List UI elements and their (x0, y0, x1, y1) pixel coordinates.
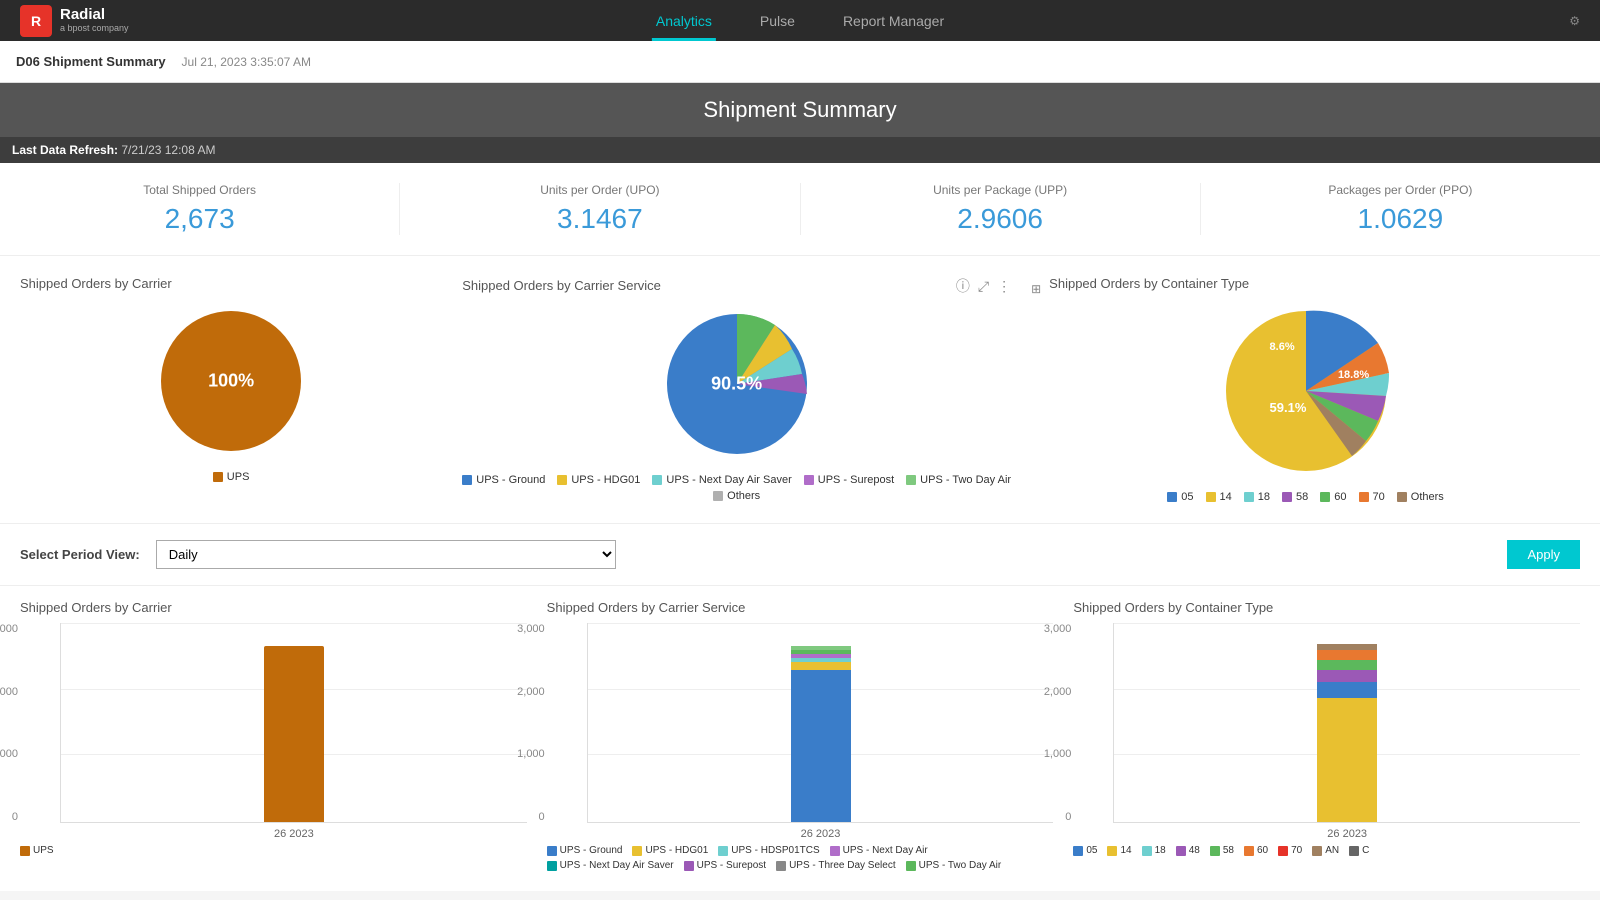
info-icon[interactable]: ⓘ (956, 276, 970, 296)
pie-container-label-591: 59.1% (1270, 400, 1307, 415)
bar-58 (1317, 670, 1377, 682)
bar-hdg01 (791, 662, 851, 670)
bar-70 (1317, 650, 1377, 660)
pie-charts-section: Shipped Orders by Carrier 100% UPS Shipp… (0, 256, 1600, 524)
pie-service-panel: Shipped Orders by Carrier Service ⓘ ⤢ ⋮ (462, 276, 1011, 503)
legend-nday-saver: UPS - Next Day Air Saver (652, 474, 791, 486)
kpi-upp: Units per Package (UPP) 2.9606 (801, 183, 1201, 235)
bar-ground (791, 670, 851, 822)
kpi-row: Total Shipped Orders 2,673 Units per Ord… (0, 163, 1600, 256)
report-date: Jul 21, 2023 3:35:07 AM (182, 55, 311, 69)
bar-container-title: Shipped Orders by Container Type (1073, 586, 1580, 623)
legend-dot-ups (213, 472, 223, 482)
bar-container-chart: 26 2023 (1113, 623, 1580, 823)
pie-carrier-legend: UPS (213, 471, 250, 483)
kpi-total-shipped: Total Shipped Orders 2,673 (0, 183, 400, 235)
pie-container-chart: 18.8% 8.6% 59.1% (1216, 301, 1396, 481)
bar-service-chart: 26 2023 (587, 623, 1054, 823)
pie-container-container: 18.8% 8.6% 59.1% 05 14 18 58 60 70 Other… (1031, 301, 1580, 503)
bar-service-legend: UPS - Ground UPS - HDG01 UPS - HDSP01TCS… (547, 845, 1054, 871)
stacked-bar-service (791, 646, 851, 822)
bar-carrier-chart: 26 2023 (60, 623, 527, 823)
report-title: D06 Shipment Summary (16, 54, 166, 69)
expand-icon[interactable]: ⤢ (978, 278, 989, 295)
pie-container-label-86: 8.6% (1270, 341, 1295, 353)
bar-carrier-legend: UPS (20, 845, 527, 856)
refresh-value: 7/21/23 12:08 AM (121, 143, 215, 157)
pie-carrier-container: 100% UPS (20, 301, 442, 483)
nav-right: ⚙ (1569, 14, 1580, 28)
pie-container-panel: ⊞ Shipped Orders by Container Type (1031, 276, 1580, 503)
nav-pulse[interactable]: Pulse (756, 0, 799, 41)
pie-service-controls: ⓘ ⤢ ⋮ (956, 276, 1011, 296)
period-label: Select Period View: (20, 547, 140, 562)
logo-text: Radial a bpost company (60, 7, 129, 33)
bar-charts-section: Shipped Orders by Carrier 3,000 2,000 1,… (0, 586, 1600, 891)
nav-analytics[interactable]: Analytics (652, 0, 716, 41)
legend-ground: UPS - Ground (462, 474, 545, 486)
bar-14 (1317, 698, 1377, 822)
bars-container-ctype: 26 2023 (1114, 623, 1580, 822)
legend-others-svc: Others (713, 490, 760, 502)
bar-carrier-panel: Shipped Orders by Carrier 3,000 2,000 1,… (20, 586, 527, 871)
bar-group: 26 2023 (264, 646, 324, 822)
bar-container-y-axis: 3,000 2,000 1,000 0 (1037, 623, 1071, 823)
legend-hdg01: UPS - HDG01 (557, 474, 640, 486)
bar-service-title: Shipped Orders by Carrier Service (547, 586, 1054, 623)
period-section: Select Period View: Daily Weekly Monthly… (0, 524, 1600, 586)
bar-container-legend: 05 14 18 48 58 60 70 AN C (1073, 845, 1580, 856)
bar-carrier-y-axis: 3,000 2,000 1,000 0 (0, 623, 18, 823)
logo: R Radial a bpost company (20, 5, 129, 37)
nav-report-manager[interactable]: Report Manager (839, 0, 948, 41)
pie-container-label-188: 18.8% (1338, 369, 1369, 381)
period-select[interactable]: Daily Weekly Monthly (156, 540, 616, 569)
kpi-upo: Units per Order (UPO) 3.1467 (400, 183, 800, 235)
pie-service-container: 90.5% UPS - Ground UPS - HDG01 UPS - Nex… (462, 304, 1011, 502)
bar-ups (264, 646, 324, 822)
data-refresh-bar: Last Data Refresh: 7/21/23 12:08 AM (0, 137, 1600, 163)
pie-service-chart: 90.5% (657, 304, 817, 464)
bars-container: 26 2023 (61, 623, 527, 822)
pie-carrier-panel: Shipped Orders by Carrier 100% UPS (20, 276, 442, 503)
legend-twoday: UPS - Two Day Air (906, 474, 1011, 486)
pie-carrier-chart: 100% (151, 301, 311, 461)
container-icon: ⊞ (1031, 282, 1041, 296)
logo-icon: R (20, 5, 52, 37)
subheader: D06 Shipment Summary Jul 21, 2023 3:35:0… (0, 41, 1600, 83)
more-icon[interactable]: ⋮ (997, 278, 1011, 295)
stacked-bar-ctype (1317, 644, 1377, 822)
page-title: Shipment Summary (14, 97, 1586, 123)
bar-container-panel: Shipped Orders by Container Type 3,000 2… (1073, 586, 1580, 871)
bar-service-panel: Shipped Orders by Carrier Service 3,000 … (547, 586, 1054, 871)
top-nav: R Radial a bpost company Analytics Pulse… (0, 0, 1600, 41)
bar-group-service: 26 2023 (791, 646, 851, 822)
bar-05 (1317, 682, 1377, 698)
legend-ups: UPS (213, 471, 250, 483)
bar-60 (1317, 660, 1377, 670)
kpi-ppo: Packages per Order (PPO) 1.0629 (1201, 183, 1600, 235)
bars-container-service: 26 2023 (588, 623, 1054, 822)
page-header: Shipment Summary (0, 83, 1600, 137)
pie-container-legend: 05 14 18 58 60 70 Others (1167, 491, 1444, 503)
nav-links: Analytics Pulse Report Manager (652, 0, 948, 41)
bar-group-ctype: 26 2023 (1317, 644, 1377, 822)
pie-service-title: Shipped Orders by Carrier Service (462, 278, 661, 293)
apply-button[interactable]: Apply (1507, 540, 1580, 569)
pie-service-legend: UPS - Ground UPS - HDG01 UPS - Next Day … (462, 474, 1011, 502)
bar-service-y-axis: 3,000 2,000 1,000 0 (511, 623, 545, 823)
bar-carrier-title: Shipped Orders by Carrier (20, 586, 527, 623)
legend-surepost: UPS - Surepost (804, 474, 894, 486)
pie-container-title: Shipped Orders by Container Type (1049, 276, 1249, 291)
